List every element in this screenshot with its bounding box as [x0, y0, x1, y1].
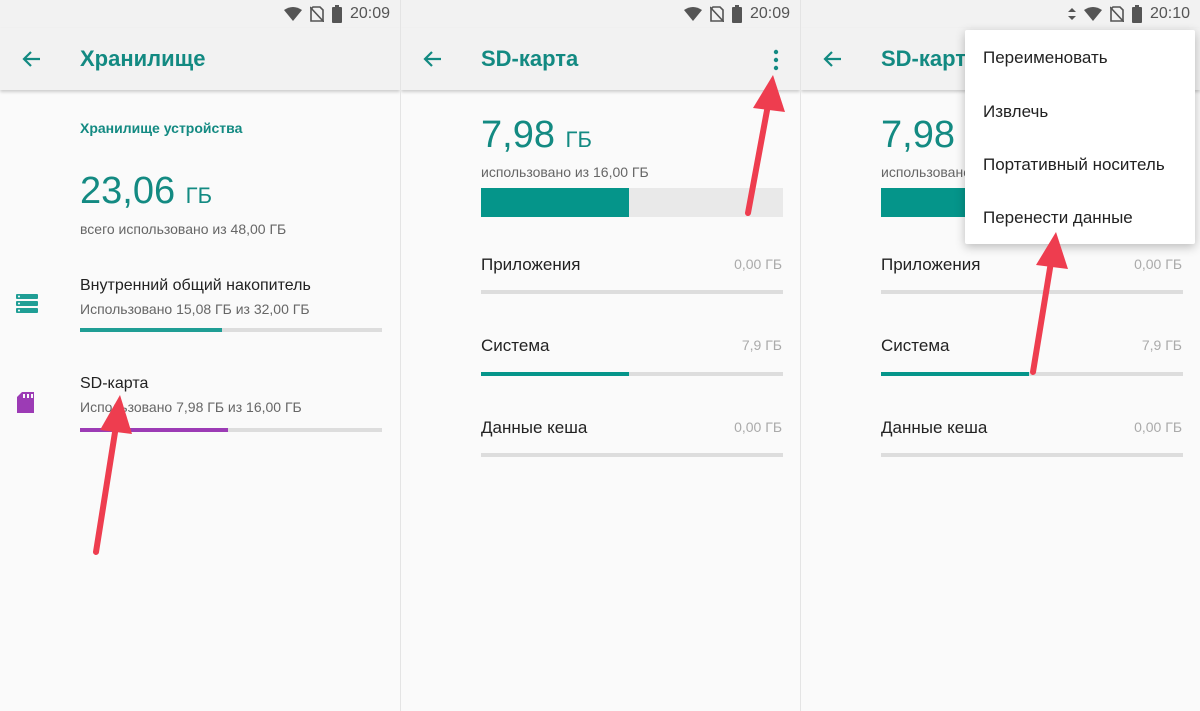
status-bar: 20:10 [801, 0, 1200, 28]
toolbar: Хранилище [0, 28, 400, 90]
page-title: SD-карта [481, 46, 579, 71]
category-size: 0,00 ГБ [734, 419, 782, 435]
used-total: 7,98 ГБ [481, 114, 592, 157]
clock: 20:09 [749, 5, 790, 22]
more-options-icon[interactable] [770, 48, 782, 72]
back-arrow-icon[interactable] [821, 47, 845, 71]
status-bar: 20:09 [401, 0, 800, 28]
category-label: Приложения [881, 255, 981, 274]
storage-item-sub: Использовано 7,98 ГБ из 16,00 ГБ [80, 399, 302, 415]
storage-item-bar-fill [80, 428, 228, 432]
menu-item-eject[interactable]: Извлечь [983, 102, 1048, 122]
status-bar: 20:09 [0, 0, 400, 28]
section-title: Хранилище устройства [80, 120, 243, 136]
used-value: 7,98 [481, 114, 555, 156]
sd-card-icon [17, 392, 34, 413]
data-arrows-icon [1067, 8, 1076, 20]
overflow-menu: Переименовать Извлечь Портативный носите… [965, 30, 1195, 244]
total-used-unit: ГБ [185, 183, 213, 208]
total-used-value: 23,06 [80, 170, 176, 212]
category-size: 0,00 ГБ [1134, 419, 1182, 435]
back-arrow-icon[interactable] [421, 47, 445, 71]
category-bar [481, 290, 783, 294]
used-value: 7,98 [881, 114, 955, 156]
clock: 20:09 [349, 5, 390, 22]
menu-item-portable-storage[interactable]: Портативный носитель [983, 155, 1165, 175]
category-label: Система [881, 336, 950, 355]
category-bar [481, 453, 783, 457]
storage-item-sub: Использовано 15,08 ГБ из 32,00 ГБ [80, 301, 310, 317]
clock: 20:10 [1149, 5, 1190, 22]
category-label: Данные кеша [881, 418, 988, 437]
used-unit: ГБ [565, 127, 592, 152]
panel-storage: 20:09 Хранилище Хранилище устройства 23,… [0, 0, 400, 711]
screenshot-collage: 20:09 Хранилище Хранилище устройства 23,… [0, 0, 1200, 711]
menu-item-rename[interactable]: Переименовать [983, 48, 1108, 68]
total-used: 23,06 ГБ [80, 170, 212, 213]
storage-item-title: SD-карта [80, 375, 149, 392]
category-bar [881, 372, 1183, 376]
panel-sd-card: 20:09 SD-карта 7,98 ГБ использовано из 1… [400, 0, 800, 711]
battery-icon [1131, 5, 1142, 23]
category-bar [881, 453, 1183, 457]
menu-item-migrate-data[interactable]: Перенести данные [983, 208, 1133, 228]
category-size: 7,9 ГБ [1141, 337, 1182, 353]
category-size: 0,00 ГБ [1134, 256, 1182, 272]
storage-item-title: Внутренний общий накопитель [80, 277, 311, 294]
wifi-icon [683, 7, 702, 21]
usage-bar [481, 188, 783, 217]
storage-item-bar-fill [80, 328, 222, 332]
usage-bar-fill [481, 188, 629, 217]
category-label: Система [481, 336, 550, 355]
no-sim-icon [309, 6, 324, 22]
toolbar: SD-карта [401, 28, 800, 90]
no-sim-icon [709, 6, 724, 22]
page-title: Хранилище [80, 46, 206, 71]
category-size: 7,9 ГБ [741, 337, 782, 353]
category-label: Приложения [481, 255, 581, 274]
storage-icon [16, 294, 38, 313]
no-sim-icon [1109, 6, 1124, 22]
used-sub: использовано из 16,00 ГБ [481, 164, 649, 180]
battery-icon [331, 5, 342, 23]
category-bar-fill [881, 372, 1029, 376]
storage-item-bar [80, 428, 382, 432]
storage-item-bar [80, 328, 382, 332]
back-arrow-icon[interactable] [20, 47, 44, 71]
category-bar [881, 290, 1183, 294]
category-bar-fill [481, 372, 629, 376]
total-used-sub: всего использовано из 48,00 ГБ [80, 221, 287, 237]
category-bar [481, 372, 783, 376]
page-title: SD-карта [881, 46, 979, 71]
wifi-icon [1083, 7, 1102, 21]
category-label: Данные кеша [481, 418, 588, 437]
battery-icon [731, 5, 742, 23]
category-size: 0,00 ГБ [734, 256, 782, 272]
wifi-icon [283, 7, 302, 21]
